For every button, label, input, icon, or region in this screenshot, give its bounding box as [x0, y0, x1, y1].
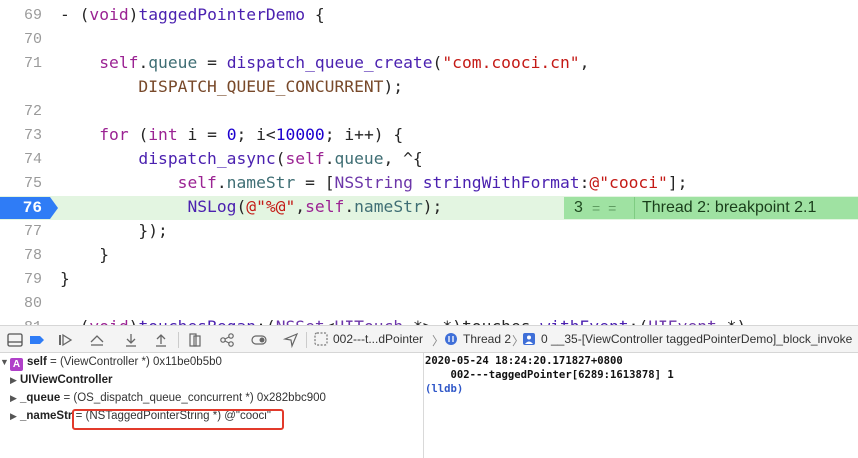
- breakpoint-eq-icon: = =: [592, 200, 619, 216]
- disclosure-collapsed-icon[interactable]: ▶: [10, 411, 20, 422]
- console-output[interactable]: 2020-05-24 18:24:20.171827+0800 002---ta…: [425, 353, 858, 458]
- code-text: dispatch_async(self.queue, ^{: [138, 149, 423, 168]
- environment-overrides-icon[interactable]: [250, 331, 268, 349]
- line-number: 76: [22, 199, 42, 217]
- code-text: for (int i = 0; i<10000; i++) {: [99, 125, 404, 144]
- hide-debug-area-icon[interactable]: [6, 331, 24, 349]
- variable-row-superclass[interactable]: ▶ UIViewController: [10, 374, 112, 392]
- variable-name: self: [27, 356, 47, 368]
- code-line[interactable]: 79}: [0, 268, 858, 292]
- breakpoint-separator: [634, 197, 635, 219]
- line-number: 72: [23, 103, 42, 120]
- step-out-icon[interactable]: [152, 331, 170, 349]
- debug-toolbar: 002---t...dPointer 〉 Thread 2 〉 0 __35-[…: [0, 325, 858, 353]
- view-hierarchy-icon[interactable]: [186, 331, 204, 349]
- code-line[interactable]: 81- (void)touchesBegan:(NSSet<UITouch *>…: [0, 316, 858, 325]
- app-target-icon: [314, 332, 328, 346]
- line-number: 70: [23, 31, 42, 48]
- code-line[interactable]: 74 dispatch_async(self.queue, ^{: [0, 148, 858, 172]
- breadcrumb-frame[interactable]: 0 __35-[ViewController taggedPointerDemo…: [541, 332, 852, 346]
- code-line-breakpoint[interactable]: 76 NSLog(@"%@",self.nameStr); 3 = = Thread …: [0, 196, 858, 220]
- variables-view[interactable]: ▼ Aself = (ViewController *) 0x11be0b5b0 …: [0, 353, 424, 458]
- line-number: 69: [23, 7, 42, 24]
- code-line[interactable]: 75 self.nameStr = [NSString stringWithFo…: [0, 172, 858, 196]
- line-number: 71: [23, 55, 42, 72]
- lldb-prompt[interactable]: (lldb): [425, 383, 463, 395]
- variable-name: _nameStr: [20, 410, 73, 422]
- variable-value: = (OS_dispatch_queue_concurrent *) 0x282…: [63, 392, 326, 404]
- simulate-location-icon[interactable]: [282, 331, 300, 349]
- line-number: 77: [23, 223, 42, 240]
- code-text: DISPATCH_QUEUE_CONCURRENT);: [138, 77, 404, 96]
- code-text: - (void)taggedPointerDemo {: [60, 5, 325, 24]
- code-line[interactable]: 78 }: [0, 244, 858, 268]
- stack-frame-icon: [523, 333, 535, 345]
- step-over-icon[interactable]: [88, 331, 106, 349]
- variable-row-queue[interactable]: ▶ _queue = (OS_dispatch_queue_concurrent …: [10, 392, 326, 410]
- code-line[interactable]: 77 });: [0, 220, 858, 244]
- disclosure-expanded-icon[interactable]: ▼: [0, 357, 10, 367]
- code-text: }: [60, 269, 70, 288]
- variable-value: = (ViewController *) 0x11be0b5b0: [50, 356, 222, 368]
- highlight-annotation-box: [72, 409, 284, 430]
- variable-row-self[interactable]: ▼ Aself = (ViewController *) 0x11be0b5b0: [0, 356, 222, 374]
- code-line[interactable]: 69 - (void)taggedPointerDemo {: [0, 4, 858, 28]
- step-into-icon[interactable]: [122, 331, 140, 349]
- code-text: NSLog(@"%@",self.nameStr);: [187, 197, 443, 216]
- console-line: 2020-05-24 18:24:20.171827+0800: [425, 355, 623, 367]
- breadcrumb-target[interactable]: 002---t...dPointer: [333, 332, 423, 346]
- continue-icon[interactable]: [56, 331, 74, 349]
- breakpoints-toggle-icon[interactable]: [28, 331, 46, 349]
- code-text: self.nameStr = [NSString stringWithForma…: [177, 173, 688, 192]
- line-number: 75: [23, 175, 42, 192]
- thread-icon: [445, 333, 457, 345]
- disclosure-collapsed-icon[interactable]: ▶: [10, 375, 20, 386]
- console-line: 002---taggedPointer[6289:1613878] 1: [425, 369, 674, 381]
- code-text: });: [60, 221, 168, 240]
- code-line[interactable]: 72: [0, 100, 858, 124]
- memory-graph-icon[interactable]: [218, 331, 236, 349]
- code-text: self.queue = dispatch_queue_create("com.…: [99, 53, 590, 72]
- code-editor[interactable]: 69 - (void)taggedPointerDemo { 70 71 self.q…: [0, 0, 858, 325]
- variable-name: UIViewController: [20, 374, 113, 386]
- line-number: 74: [23, 151, 42, 168]
- code-line[interactable]: DISPATCH_QUEUE_CONCURRENT);: [0, 76, 858, 100]
- line-number: 78: [23, 247, 42, 264]
- code-line[interactable]: 70: [0, 28, 858, 52]
- code-line[interactable]: 73 for (int i = 0; i<10000; i++) {: [0, 124, 858, 148]
- code-line[interactable]: 80: [0, 292, 858, 316]
- code-text: - (void)touchesBegan:(NSSet<UITouch *> *…: [60, 317, 746, 325]
- code-text: }: [60, 245, 110, 264]
- disclosure-collapsed-icon[interactable]: ▶: [10, 393, 20, 404]
- line-number: 80: [23, 295, 42, 312]
- breadcrumb-chevron-icon: 〉: [432, 334, 445, 348]
- breakpoint-hit-count: 3: [574, 199, 583, 216]
- breakpoint-thread-label: Thread 2: breakpoint 2.1: [642, 199, 817, 216]
- breadcrumb-thread[interactable]: Thread 2: [463, 332, 511, 346]
- variable-name: _queue: [20, 392, 61, 404]
- line-number: 79: [23, 271, 42, 288]
- self-variable-badge-icon: A: [10, 358, 23, 371]
- code-line[interactable]: 71 self.queue = dispatch_queue_create("c…: [0, 52, 858, 76]
- line-number: 73: [23, 127, 42, 144]
